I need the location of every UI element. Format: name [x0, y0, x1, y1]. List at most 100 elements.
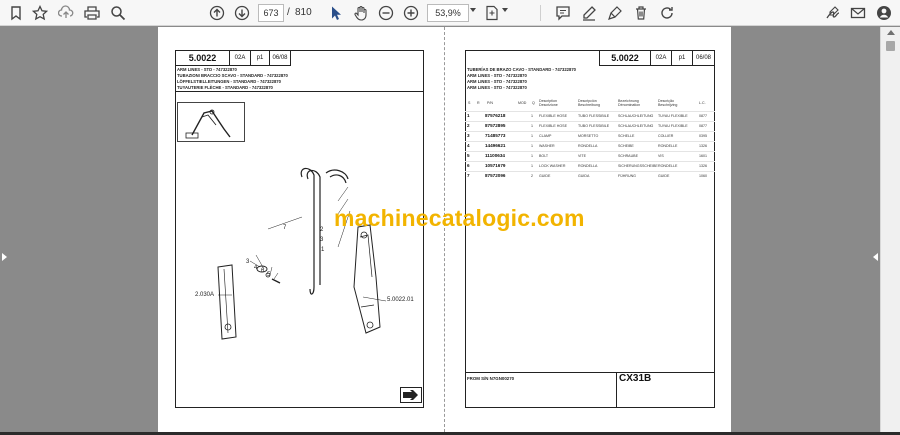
table-row: 7 87572096 2 GUIDE GUIDA FÜHRUNG GUIDE 1…	[465, 171, 715, 181]
row-lc: 1060	[699, 174, 707, 178]
row-lc: 1326	[699, 144, 707, 148]
next-page-icon[interactable]	[232, 3, 252, 23]
zoom-out-icon[interactable]	[376, 3, 396, 23]
row-ref: 6	[467, 163, 470, 168]
row-description: SICHERUNGSSCHEIBE	[618, 164, 658, 168]
column-header: L.C.	[699, 101, 706, 105]
column-header: Descripción Beschreibung	[578, 99, 600, 107]
row-description: COLLIER	[658, 134, 674, 138]
row-description: SCHEIBE	[618, 144, 634, 148]
right-revision: 02A	[650, 50, 672, 66]
row-description: WASHER	[539, 144, 555, 148]
prev-page-icon[interactable]	[207, 3, 227, 23]
left-panel-toggle-icon[interactable]	[2, 253, 7, 261]
callout-3: 3	[320, 237, 324, 243]
watermark: machinecatalogic.com	[334, 205, 585, 231]
mail-icon[interactable]	[848, 3, 868, 23]
table-row: 1 87576218 1 FLEXIBLE HOSE TUBO FLESSIBI…	[465, 111, 715, 121]
highlight-icon[interactable]	[605, 3, 625, 23]
row-description: TUBO FLESSIBILE	[578, 114, 610, 118]
cross-reference-right: 5.0022.01	[387, 297, 414, 303]
row-quantity: 2	[531, 174, 533, 178]
left-part: p1	[250, 50, 270, 66]
table-row: 2 87572895 1 FLEXIBLE HOSE TUBO FLESSIBI…	[465, 121, 715, 131]
bookmark-icon[interactable]	[6, 3, 26, 23]
table-row: 3 71485773 1 CLAMP MORSETTO SCHELLE COLL…	[465, 131, 715, 141]
chevron-down-icon[interactable]	[502, 8, 508, 12]
row-description: LOCK WASHER	[539, 164, 566, 168]
row-description: VIS	[658, 154, 664, 158]
callout-3b: 3	[246, 259, 250, 265]
row-quantity: 1	[531, 154, 533, 158]
row-description: MORSETTO	[578, 134, 599, 138]
publisher-logo	[400, 387, 422, 403]
left-title-block: ARM LINES - STD - 747322870 TUBAZIONI BR…	[177, 67, 288, 91]
callout-6: 6	[261, 268, 265, 274]
zoom-in-icon[interactable]	[401, 3, 421, 23]
column-header: Description Descrizione	[539, 99, 558, 107]
pen-icon[interactable]	[579, 3, 599, 23]
row-lc: 0877	[699, 114, 707, 118]
row-description: FLEXIBLE HOSE	[539, 124, 567, 128]
row-lc: 0395	[699, 134, 707, 138]
title-divider	[175, 91, 424, 92]
print-icon[interactable]	[82, 3, 102, 23]
callout-5: 5	[267, 272, 271, 278]
rotate-icon[interactable]	[657, 3, 677, 23]
row-quantity: 1	[531, 114, 533, 118]
row-lc: 1601	[699, 154, 707, 158]
row-description: BOLT	[539, 154, 549, 158]
row-description: RONDELLA	[578, 164, 598, 168]
row-quantity: 1	[531, 134, 533, 138]
hand-icon[interactable]	[351, 3, 371, 23]
vertical-scrollbar[interactable]	[880, 27, 900, 432]
row-part-number: 87572895	[485, 123, 506, 128]
row-description: FÜHRUNG	[618, 174, 636, 178]
upload-icon[interactable]	[56, 3, 76, 23]
row-ref: 5	[467, 153, 470, 158]
table-row: 4 14496621 1 WASHER RONDELLA SCHEIBE RON…	[465, 141, 715, 151]
locator-thumbnail	[177, 102, 245, 142]
scroll-up-icon[interactable]	[887, 30, 895, 35]
toolbar-divider	[540, 5, 541, 21]
row-part-number: 11100634	[485, 153, 505, 158]
left-section-code: 5.0022	[175, 50, 230, 66]
delete-icon[interactable]	[631, 3, 651, 23]
row-description: FLEXIBLE HOSE	[539, 114, 567, 118]
row-description: RONDELLA	[578, 144, 598, 148]
row-quantity: 1	[531, 164, 533, 168]
account-icon[interactable]	[874, 3, 894, 23]
row-description: GUIDE	[658, 174, 670, 178]
comment-icon[interactable]	[553, 3, 573, 23]
row-part-number: 71485773	[485, 133, 506, 138]
row-part-number: 10571679	[485, 163, 506, 168]
machine-model: CX31B	[619, 373, 652, 384]
fit-page-icon[interactable]	[482, 3, 502, 23]
page-number-input[interactable]: 673	[258, 4, 284, 22]
star-icon[interactable]	[30, 3, 50, 23]
right-panel-toggle-icon[interactable]	[873, 253, 878, 261]
page-separator: /	[287, 7, 290, 18]
row-description: RONDELLE	[658, 164, 678, 168]
row-description: CLAMP	[539, 134, 552, 138]
zoom-search-icon[interactable]	[108, 3, 128, 23]
cursor-icon[interactable]	[326, 3, 346, 23]
right-title-block: TUBERÍAS DE BRAZO CAVO - STANDARD - 7473…	[467, 67, 576, 91]
row-description: RONDELLE	[658, 144, 678, 148]
document-viewer[interactable]: 5.0022 02A p1 06/08 ARM LINES - STD - 74…	[0, 27, 880, 432]
left-date: 06/08	[269, 50, 291, 66]
chevron-down-icon[interactable]	[470, 8, 476, 12]
column-header: P/N	[487, 101, 493, 105]
right-date: 06/08	[692, 50, 715, 66]
zoom-level-field[interactable]: 53,9%	[427, 4, 469, 22]
row-description: SCHLAUCHLEITUNG	[618, 114, 654, 118]
exploded-view-diagram	[217, 167, 387, 340]
row-lc: 1326	[699, 164, 707, 168]
row-description: TUBO FLESSIBILE	[578, 124, 610, 128]
scrollbar-thumb[interactable]	[886, 41, 895, 51]
cross-reference-left: 2.030A	[195, 292, 215, 298]
footer-divider	[465, 372, 714, 373]
row-description: VITE	[578, 154, 586, 158]
sign-icon[interactable]	[823, 3, 843, 23]
column-header: Q	[532, 101, 535, 105]
